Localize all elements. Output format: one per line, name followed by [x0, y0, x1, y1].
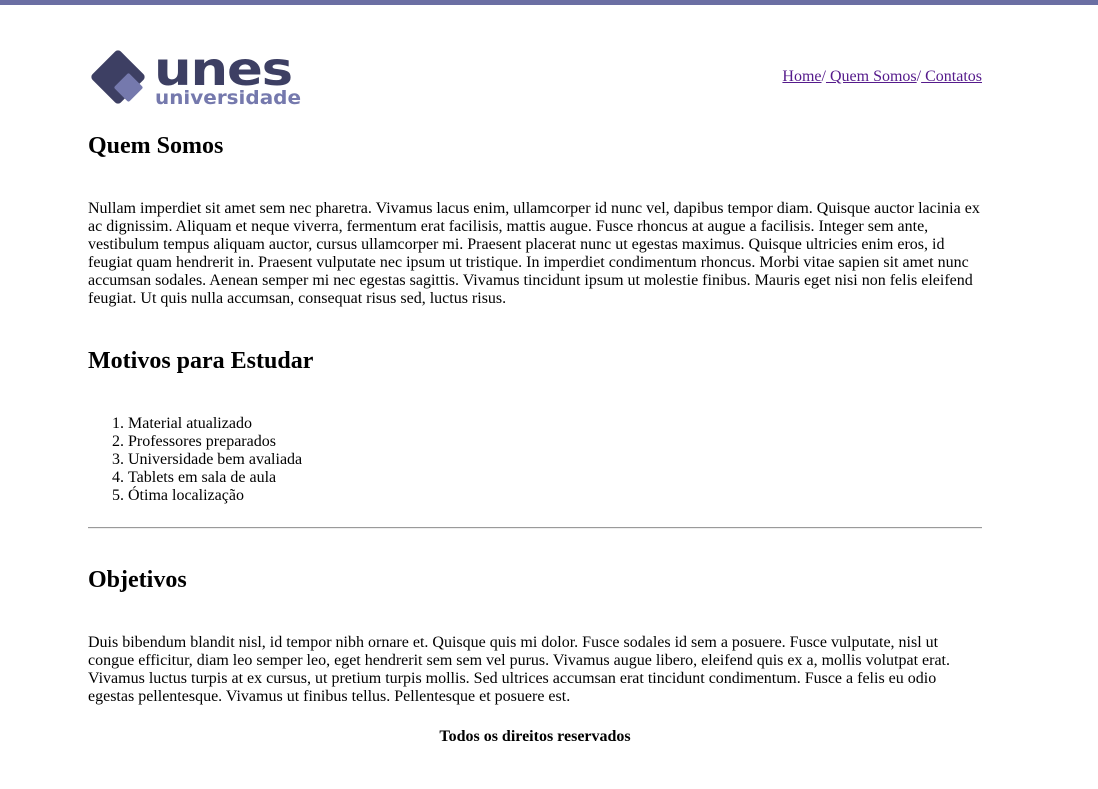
nav-link-contatos[interactable]: Contatos: [921, 68, 982, 85]
header: unes universidade Home/ Quem Somos/ Cont…: [88, 5, 982, 113]
footer-text: Todos os direitos reservados: [439, 728, 631, 745]
section-divider: [88, 527, 982, 529]
page: unes universidade Home/ Quem Somos/ Cont…: [88, 5, 982, 745]
logo-subtitle: universidade: [155, 87, 301, 107]
quem-somos-heading: Quem Somos: [88, 133, 224, 159]
objetivos-heading: Objetivos: [88, 567, 187, 593]
list-item: Ótima localização: [128, 487, 302, 505]
nav-link-home[interactable]: Home: [782, 68, 821, 85]
quem-somos-text: Nullam imperdiet sit amet sem nec pharet…: [88, 200, 980, 307]
breadcrumb-nav: Home/ Quem Somos/ Contatos: [782, 68, 982, 86]
motivos-list: Material atualizado Professores preparad…: [88, 415, 302, 505]
logo-diamond-dark: [91, 50, 145, 104]
list-item: Universidade bem avaliada: [128, 451, 302, 469]
objetivos-text: Duis bibendum blandit nisl, id tempor ni…: [88, 634, 950, 705]
list-item: Professores preparados: [128, 433, 302, 451]
nav-link-quem-somos[interactable]: Quem Somos: [826, 68, 917, 85]
list-item: Material atualizado: [128, 415, 302, 433]
list-item: Tablets em sala de aula: [128, 469, 302, 487]
motivos-heading: Motivos para Estudar: [88, 348, 314, 374]
unes-logo[interactable]: unes universidade: [88, 47, 303, 107]
